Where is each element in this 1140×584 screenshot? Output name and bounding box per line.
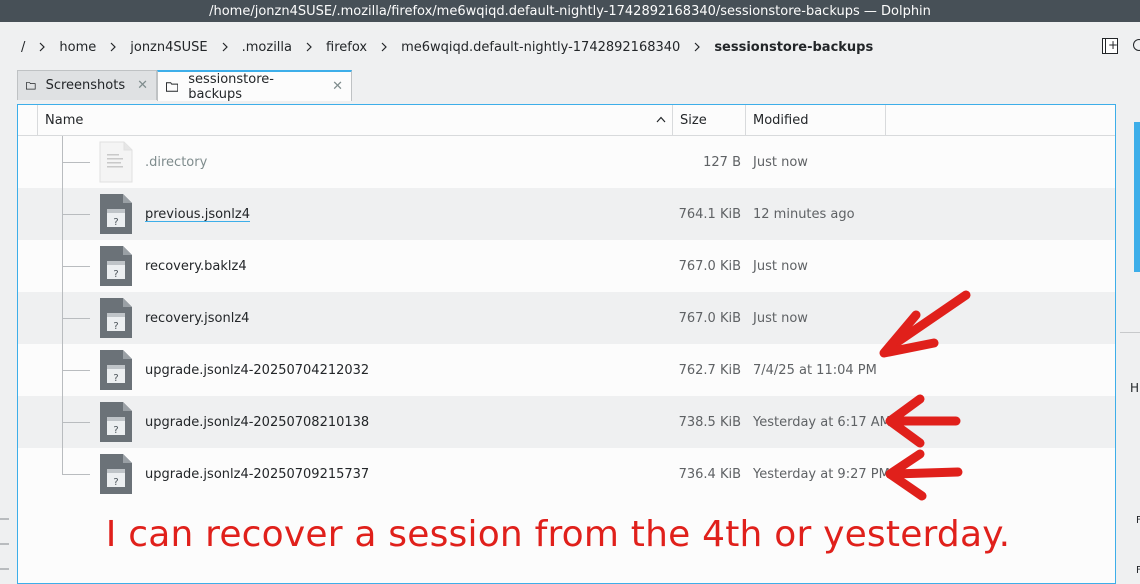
header-spacer — [18, 105, 38, 135]
svg-text:?: ? — [113, 321, 118, 332]
breadcrumb-profile[interactable]: me6wqiqd.default-nightly-1742892168340 — [398, 40, 683, 55]
chevron-right-icon — [110, 42, 117, 52]
side-panel-divider — [1120, 332, 1140, 333]
column-header-modified[interactable]: Modified — [746, 105, 886, 135]
side-panel-text: Hi — [1130, 381, 1140, 395]
tab-label: sessionstore-backups — [188, 71, 274, 102]
file-modified: Just now — [753, 258, 808, 274]
file-modified: Yesterday at 9:27 PM — [753, 466, 890, 482]
red-arrow-annotation — [879, 290, 971, 358]
tab-bar: Screenshots ✕ sessionstore-backups ✕ — [17, 70, 352, 102]
folder-icon — [166, 82, 179, 92]
close-icon[interactable]: ✕ — [332, 79, 343, 94]
breadcrumb-user[interactable]: jonzn4SUSE — [127, 40, 210, 55]
file-name: previous.jsonlz4 — [145, 206, 250, 222]
file-size: 762.7 KiB — [678, 362, 741, 378]
sort-ascending-icon — [656, 116, 666, 123]
annotation-text: I can recover a session from the 4th or … — [105, 514, 1011, 555]
unknown-file-icon: ? — [100, 350, 132, 390]
file-name: upgrade.jsonlz4-20250709215737 — [145, 466, 370, 482]
file-size: 764.1 KiB — [678, 206, 741, 222]
red-arrow-annotation — [885, 394, 961, 448]
svg-text:?: ? — [113, 477, 118, 488]
chevron-right-icon — [694, 42, 701, 52]
chevron-right-icon — [222, 42, 228, 52]
file-size: 127 B — [703, 154, 741, 170]
text-file-icon — [99, 141, 133, 183]
file-size: 767.0 KiB — [678, 310, 741, 326]
file-size: 736.4 KiB — [678, 466, 741, 482]
window-title: /home/jonzn4SUSE/.mozilla/firefox/me6wqi… — [209, 3, 931, 19]
table-row[interactable]: ? previous.jsonlz4 764.1 KiB 12 minutes … — [18, 188, 1115, 240]
unknown-file-icon: ? — [100, 246, 132, 286]
unknown-file-icon: ? — [100, 454, 132, 494]
column-header: Name Size Modified — [18, 105, 1115, 136]
search-icon[interactable] — [1133, 39, 1140, 51]
tab-label: Screenshots — [45, 78, 126, 93]
file-modified: Yesterday at 6:17 AM — [753, 414, 891, 430]
folder-icon — [26, 82, 36, 90]
side-panel-text: F — [1136, 565, 1140, 576]
breadcrumb-current[interactable]: sessionstore-backups — [711, 40, 876, 55]
file-name: .directory — [145, 154, 208, 170]
breadcrumb-root[interactable]: / — [0, 40, 28, 55]
side-panel-text: F — [1136, 515, 1140, 526]
side-panel-preview — [1134, 122, 1140, 272]
svg-text:?: ? — [113, 373, 118, 384]
chevron-right-icon — [39, 42, 46, 52]
unknown-file-icon: ? — [100, 194, 132, 234]
column-header-name[interactable]: Name — [38, 105, 673, 135]
file-name: recovery.baklz4 — [145, 258, 247, 274]
column-header-size[interactable]: Size — [673, 105, 746, 135]
breadcrumb-mozilla[interactable]: .mozilla — [239, 40, 295, 55]
unknown-file-icon: ? — [100, 402, 132, 442]
column-modified-label: Modified — [753, 112, 809, 128]
breadcrumb: / home jonzn4SUSE .mozilla firefox me6wq… — [0, 30, 1090, 64]
breadcrumb-home[interactable]: home — [56, 40, 99, 55]
svg-text:?: ? — [113, 425, 118, 436]
window-title-bar: /home/jonzn4SUSE/.mozilla/firefox/me6wqi… — [0, 0, 1140, 22]
left-edge-mark — [0, 568, 9, 570]
file-size: 738.5 KiB — [678, 414, 741, 430]
chevron-right-icon — [306, 42, 312, 52]
column-name-label: Name — [45, 112, 84, 128]
file-modified: Just now — [753, 154, 808, 170]
column-size-label: Size — [680, 112, 707, 128]
file-name: recovery.jsonlz4 — [145, 310, 250, 326]
tab-sessionstore-backups[interactable]: sessionstore-backups ✕ — [157, 70, 352, 102]
tab-screenshots[interactable]: Screenshots ✕ — [17, 70, 157, 100]
file-modified: Just now — [753, 310, 808, 326]
red-arrow-annotation — [885, 449, 963, 501]
file-modified: 12 minutes ago — [753, 206, 855, 222]
breadcrumb-firefox[interactable]: firefox — [323, 40, 370, 55]
table-row[interactable]: .directory 127 B Just now — [18, 136, 1115, 188]
file-name: upgrade.jsonlz4-20250708210138 — [145, 414, 370, 430]
chevron-right-icon — [381, 42, 387, 52]
svg-text:?: ? — [113, 217, 118, 228]
split-view-icon[interactable] — [1102, 37, 1118, 54]
unknown-file-icon: ? — [100, 298, 132, 338]
file-size: 767.0 KiB — [678, 258, 741, 274]
file-name: upgrade.jsonlz4-20250704212032 — [145, 362, 370, 378]
svg-text:?: ? — [113, 269, 118, 280]
close-icon[interactable]: ✕ — [137, 78, 148, 93]
file-modified: 7/4/25 at 11:04 PM — [753, 362, 877, 378]
